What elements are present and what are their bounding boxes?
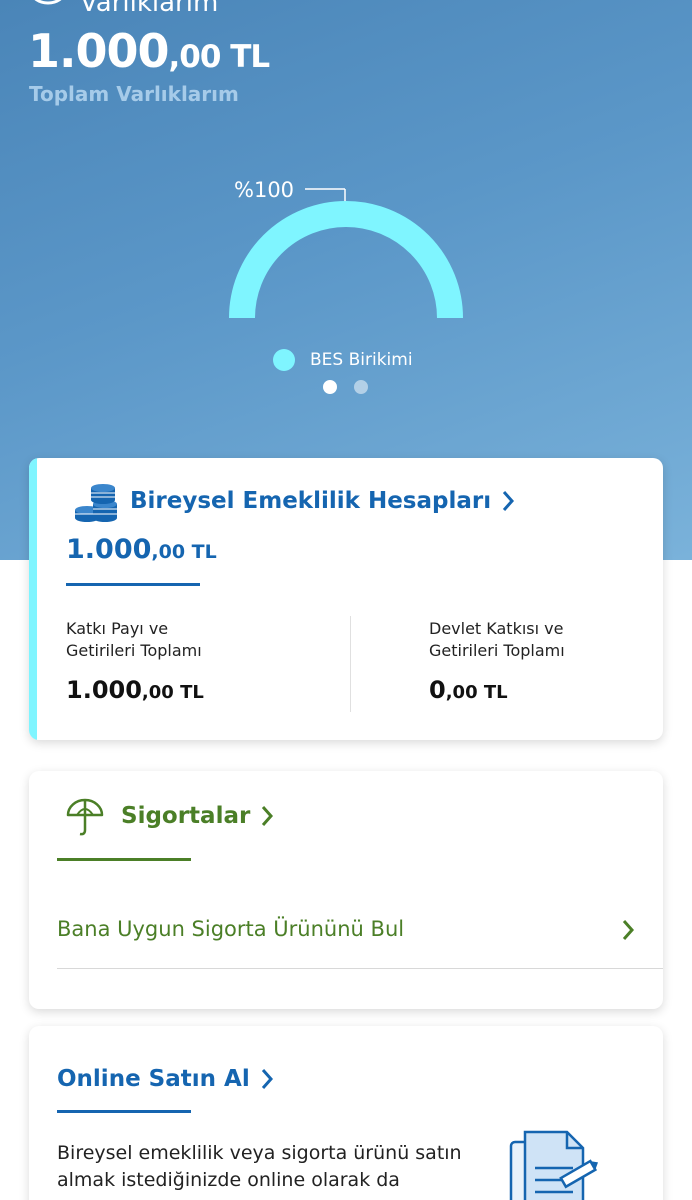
contribution-amount: 1.000,00 TL <box>66 676 204 704</box>
pager-dot-1[interactable] <box>323 380 337 394</box>
coins-icon <box>75 484 117 522</box>
wallet-icon <box>34 0 62 5</box>
document-pen-icon <box>509 1130 599 1200</box>
bes-total-amount: 1.000,00 TL <box>66 534 217 565</box>
gauge-percent-label: %100 <box>234 178 295 202</box>
umbrella-icon <box>66 798 104 836</box>
find-insurance-label: Bana Uygun Sigorta Ürününü Bul <box>57 917 405 941</box>
chevron-right-icon <box>261 1069 273 1089</box>
legend-dot-bes <box>273 349 295 371</box>
card-accent-bar <box>29 458 37 740</box>
card-divider <box>350 616 351 712</box>
chevron-right-icon <box>262 806 274 826</box>
online-title-underline <box>57 1110 191 1113</box>
online-purchase-card[interactable]: Online Satın Al Bireysel emeklilik veya … <box>29 1026 663 1200</box>
page-title: Varlıklarım <box>80 0 219 18</box>
chevron-right-icon <box>502 491 515 511</box>
pager-dot-2[interactable] <box>354 380 368 394</box>
find-insurance-row[interactable]: Bana Uygun Sigorta Ürününü Bul <box>57 911 663 969</box>
online-purchase-title[interactable]: Online Satın Al <box>57 1066 274 1092</box>
insurance-title-underline <box>57 858 191 861</box>
bes-title-underline <box>66 583 200 586</box>
bes-card-title[interactable]: Bireysel Emeklilik Hesapları <box>130 488 515 514</box>
insurance-card[interactable]: Sigortalar Bana Uygun Sigorta Ürününü Bu… <box>29 771 663 1009</box>
state-contribution-label: Devlet Katkısı ve Getirileri Toplamı <box>429 619 565 660</box>
chevron-right-icon <box>622 920 635 940</box>
carousel-pager <box>323 380 368 394</box>
bes-accounts-card[interactable]: Bireysel Emeklilik Hesapları 1.000,00 TL… <box>29 458 663 740</box>
gauge-arc-bes <box>229 201 463 319</box>
gauge-legend: BES Birikimi <box>273 349 413 371</box>
insurance-card-title[interactable]: Sigortalar <box>121 803 274 829</box>
contribution-label: Katkı Payı ve Getirileri Toplamı <box>66 619 202 660</box>
state-contribution-amount: 0,00 TL <box>429 676 508 704</box>
total-assets-amount: 1.000,00 TL <box>28 24 270 78</box>
legend-label-bes: BES Birikimi <box>310 350 413 370</box>
total-assets-label: Toplam Varlıklarım <box>29 82 239 106</box>
online-purchase-description: Bireysel emeklilik veya sigorta ürünü sa… <box>57 1142 462 1191</box>
